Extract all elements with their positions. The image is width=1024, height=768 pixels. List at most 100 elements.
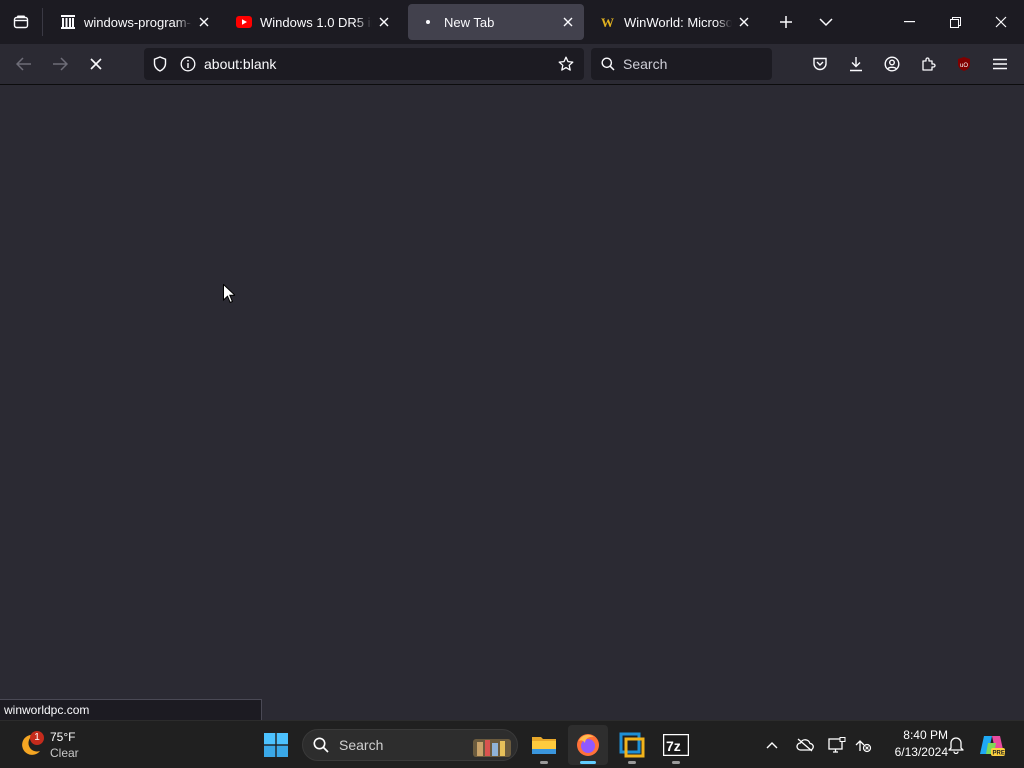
- close-icon: [995, 16, 1007, 28]
- taskbar-search-placeholder: Search: [339, 737, 384, 753]
- svg-text:7z: 7z: [666, 738, 681, 754]
- close-window-button[interactable]: [978, 0, 1024, 44]
- minimize-icon: [903, 21, 915, 23]
- svg-text:uO: uO: [960, 63, 968, 69]
- weather-text: 75°F Clear: [50, 729, 79, 761]
- tab-title: windows-program-archive: [84, 14, 192, 30]
- tab-windows-1-dr5[interactable]: Windows 1.0 DR5 in Virtual: [224, 4, 400, 40]
- app-indicator: [672, 761, 680, 764]
- firefox-view-button[interactable]: [0, 0, 42, 44]
- stop-icon: [90, 58, 102, 70]
- tab-windows-program-archive[interactable]: windows-program-archive: [48, 4, 220, 40]
- archive-icon: [60, 14, 76, 30]
- download-icon: [850, 57, 862, 72]
- search-highlight-icon: [471, 733, 513, 759]
- ublock-origin-icon: uO: [958, 57, 970, 71]
- windows-taskbar: 1 75°F Clear Search 7z 8:40 PM 6/13/2024…: [0, 720, 1024, 768]
- navigation-toolbar: about:blank Search uO: [0, 44, 1024, 85]
- url-bar[interactable]: about:blank: [144, 48, 584, 80]
- taskbar-7zip[interactable]: 7z: [656, 725, 696, 765]
- close-tab-icon[interactable]: [192, 10, 216, 34]
- taskbar-virtualbox[interactable]: [612, 725, 652, 765]
- weather-temperature: 75°F: [50, 730, 76, 744]
- youtube-icon: [236, 14, 252, 30]
- copilot-icon: PRE: [980, 736, 1005, 757]
- url-text[interactable]: about:blank: [204, 56, 276, 72]
- network-disconnected-icon: [855, 740, 872, 753]
- page-info-icon[interactable]: [180, 56, 196, 72]
- taskbar-search-box[interactable]: Search: [302, 729, 518, 761]
- start-button[interactable]: [256, 725, 296, 765]
- weather-condition: Clear: [50, 746, 79, 760]
- back-button[interactable]: [8, 48, 40, 80]
- weather-widget[interactable]: 1 75°F Clear: [16, 727, 79, 763]
- chevron-down-icon: [819, 18, 833, 27]
- restore-icon: [949, 16, 961, 28]
- restore-button[interactable]: [932, 0, 978, 44]
- app-menu-button[interactable]: [984, 48, 1016, 80]
- virtualbox-icon: [619, 732, 645, 758]
- onedrive-tray[interactable]: [793, 733, 817, 757]
- tab-separator: [42, 8, 43, 36]
- file-explorer-icon: [532, 737, 556, 754]
- loading-dot-icon: [420, 14, 436, 30]
- mouse-cursor-icon: [223, 283, 237, 309]
- status-panel: winworldpc.com: [0, 699, 262, 720]
- moon-weather-icon: 1: [16, 731, 44, 759]
- system-clock[interactable]: 8:40 PM 6/13/2024: [878, 727, 948, 761]
- clock-time: 8:40 PM: [903, 728, 948, 742]
- list-all-tabs-button[interactable]: [810, 0, 842, 44]
- ublock-origin-button[interactable]: uO: [948, 48, 980, 80]
- account-button[interactable]: [876, 48, 908, 80]
- forward-button[interactable]: [44, 48, 76, 80]
- bookmark-star-icon[interactable]: [558, 56, 574, 72]
- hamburger-menu-icon: [993, 58, 1007, 70]
- show-hidden-icons-button[interactable]: [760, 733, 784, 757]
- display-tray[interactable]: [825, 733, 849, 757]
- tab-title: New Tab: [444, 14, 495, 30]
- account-icon: [884, 56, 900, 72]
- stop-loading-button[interactable]: [80, 48, 112, 80]
- svg-text:PRE: PRE: [993, 751, 1005, 757]
- new-tab-button[interactable]: [770, 0, 802, 44]
- tab-title: WinWorld: Microsoft Windows: [624, 14, 732, 30]
- firefox-icon: [577, 734, 599, 756]
- search-bar[interactable]: Search: [591, 48, 772, 80]
- tab-new-tab[interactable]: New Tab: [408, 4, 584, 40]
- firefox-view-icon: [13, 15, 29, 29]
- notifications-button[interactable]: [944, 733, 968, 757]
- minimize-button[interactable]: [886, 0, 932, 44]
- chevron-up-icon: [766, 742, 778, 749]
- tab-title: Windows 1.0 DR5 in Virtual: [260, 14, 372, 30]
- 7zip-icon: 7z: [663, 734, 689, 756]
- bell-icon: [948, 737, 964, 754]
- close-tab-icon[interactable]: [732, 10, 756, 34]
- tracking-protection-icon[interactable]: [152, 56, 168, 72]
- downloads-button[interactable]: [840, 48, 872, 80]
- network-tray[interactable]: [851, 733, 875, 757]
- tab-bar: windows-program-archive Windows 1.0 DR5 …: [0, 0, 1024, 44]
- search-icon: [601, 57, 615, 71]
- search-icon: [313, 737, 329, 753]
- app-indicator: [540, 761, 548, 764]
- close-tab-icon[interactable]: [556, 10, 580, 34]
- app-indicator: [580, 761, 596, 764]
- extensions-button[interactable]: [912, 48, 944, 80]
- pocket-button[interactable]: [804, 48, 836, 80]
- taskbar-file-explorer[interactable]: [524, 725, 564, 765]
- page-content[interactable]: [0, 85, 1024, 720]
- clock-date: 6/13/2024: [894, 745, 948, 759]
- app-indicator: [628, 761, 636, 764]
- pocket-icon: [813, 57, 827, 71]
- tab-winworld[interactable]: W WinWorld: Microsoft Windows: [588, 4, 760, 40]
- weather-alert-badge: 1: [30, 731, 44, 745]
- taskbar-firefox[interactable]: [568, 725, 608, 765]
- close-tab-icon[interactable]: [372, 10, 396, 34]
- back-arrow-icon: [16, 57, 31, 71]
- cloud-offline-icon: [796, 738, 814, 752]
- start-icon: [264, 733, 288, 757]
- copilot-button[interactable]: PRE: [978, 733, 1006, 757]
- plus-icon: [780, 16, 792, 28]
- monitor-icon: [828, 737, 846, 753]
- forward-arrow-icon: [53, 57, 68, 71]
